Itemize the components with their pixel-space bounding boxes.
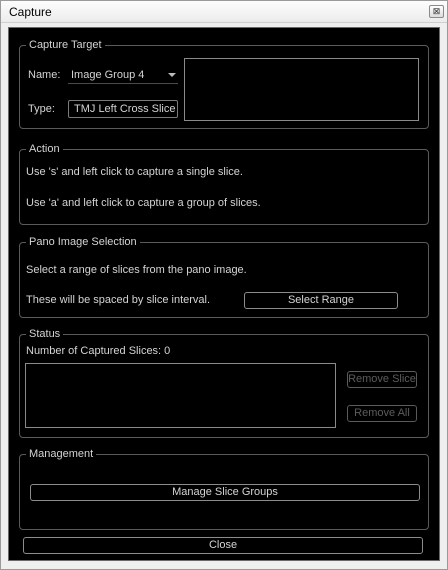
action-group: Action Use 's' and left click to capture… [19,142,429,225]
capture-target-group: Capture Target Name: Image Group 4 Type:… [19,38,429,129]
name-label: Name: [28,69,61,81]
name-combo-value: Image Group 4 [71,69,145,81]
pano-spacing-note: These will be spaced by slice interval. [26,294,211,306]
close-button[interactable]: Close [23,537,423,554]
capture-target-legend: Capture Target [26,38,105,52]
action-group-instruction: Use 'a' and left click to capture a grou… [26,197,261,209]
action-single-instruction: Use 's' and left click to capture a sing… [26,166,243,178]
select-range-button[interactable]: Select Range [244,292,398,309]
capture-dialog: Capture ⊠ Capture Target Name: Image Gro… [0,0,448,570]
remove-slice-button[interactable]: Remove Slice [347,371,417,388]
captured-slices-list[interactable] [25,363,336,428]
manage-slice-groups-button[interactable]: Manage Slice Groups [30,484,420,501]
chevron-down-icon[interactable] [168,73,176,77]
name-combo[interactable]: Image Group 4 [68,66,178,84]
remove-all-button[interactable]: Remove All [347,405,417,422]
pano-selection-group: Pano Image Selection Select a range of s… [19,235,429,318]
status-group: Status Number of Captured Slices: 0 Remo… [19,327,429,438]
status-legend: Status [26,327,64,341]
capture-preview-box [184,58,419,121]
type-label: Type: [28,103,55,115]
pano-selection-legend: Pano Image Selection [26,235,140,249]
management-legend: Management [26,447,97,461]
pano-range-instruction: Select a range of slices from the pano i… [26,264,247,276]
title-bar[interactable]: Capture ⊠ [1,1,447,23]
close-icon[interactable]: ⊠ [429,5,444,18]
window-title: Capture [9,5,52,19]
dialog-body: Capture Target Name: Image Group 4 Type:… [8,27,440,561]
type-field[interactable]: TMJ Left Cross Slice [68,100,178,118]
captured-slices-count: Number of Captured Slices: 0 [26,345,171,357]
management-group: Management Manage Slice Groups [19,447,429,530]
action-legend: Action [26,142,63,156]
